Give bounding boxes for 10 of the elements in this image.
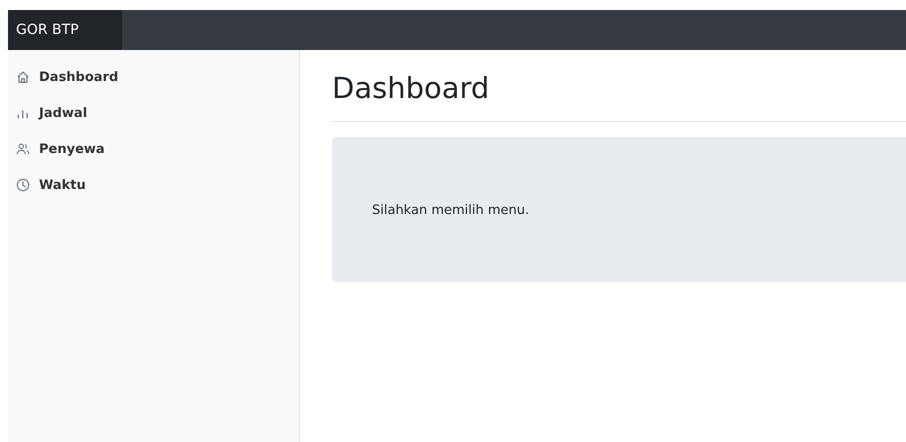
clock-icon	[16, 178, 30, 192]
message-text: Silahkan memilih menu.	[372, 203, 530, 218]
sidebar-item[interactable]: Jadwal	[8, 95, 299, 131]
home-icon	[16, 70, 30, 84]
page-title: Dashboard	[332, 70, 490, 107]
sidebar-item[interactable]: Dashboard	[8, 59, 299, 95]
sidebar-item[interactable]: Penyewa	[8, 131, 299, 167]
brand-title[interactable]: GOR BTP	[8, 10, 122, 50]
users-icon	[16, 142, 30, 156]
sidebar-item[interactable]: Waktu	[8, 167, 299, 203]
